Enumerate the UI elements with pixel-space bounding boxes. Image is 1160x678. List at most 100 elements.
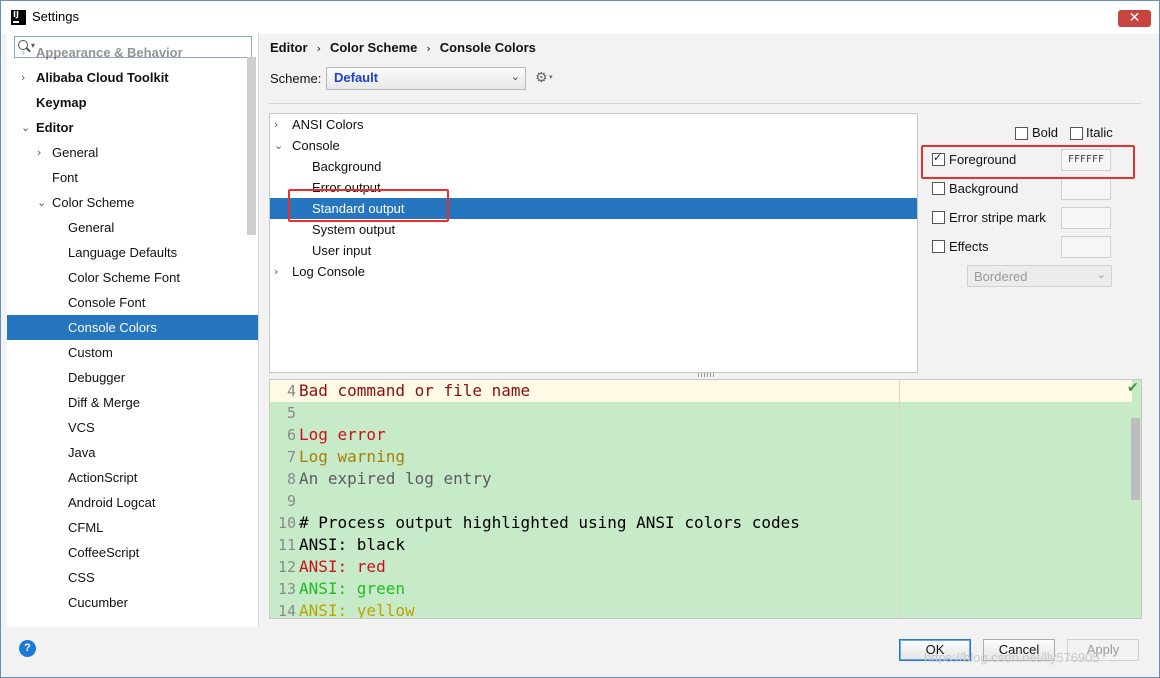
- sidebar-item-general[interactable]: General: [7, 215, 247, 240]
- chevron-right-icon[interactable]: ›: [21, 65, 31, 90]
- console-tree-item-user-input[interactable]: User input: [270, 240, 917, 261]
- chevron-down-icon: ⌄: [510, 70, 520, 83]
- background-checkbox[interactable]: [932, 182, 945, 195]
- background-color-field[interactable]: [1061, 178, 1111, 200]
- console-tree-item-log-console[interactable]: › Log Console: [270, 261, 917, 282]
- italic-checkbox[interactable]: [1070, 127, 1083, 140]
- sidebar-item-label: General: [68, 220, 115, 235]
- highlight-box-foreground: [921, 145, 1135, 179]
- gear-menu-caret-icon[interactable]: ▾: [549, 73, 553, 81]
- sidebar-item-label: CFML: [68, 520, 104, 535]
- sidebar-item-color-scheme[interactable]: ⌄ Color Scheme: [7, 190, 247, 215]
- bold-checkbox[interactable]: [1015, 127, 1028, 140]
- effects-checkbox[interactable]: [932, 240, 945, 253]
- console-tree-item-system-output[interactable]: System output: [270, 219, 917, 240]
- error-stripe-checkbox[interactable]: [932, 211, 945, 224]
- sidebar-item-java[interactable]: Java: [7, 440, 247, 465]
- effect-type-dropdown[interactable]: Bordered ⌄: [967, 265, 1112, 287]
- breadcrumb-color-scheme[interactable]: Color Scheme: [330, 40, 417, 55]
- close-window-button[interactable]: ✕: [1118, 10, 1151, 27]
- sidebar-item-label: Keymap: [36, 95, 87, 110]
- sidebar-item-label: Color Scheme Font: [68, 270, 180, 285]
- chevron-down-icon: ⌄: [1096, 268, 1106, 281]
- title-bar: IJ Settings ✕: [1, 1, 1159, 34]
- line-number: 10: [277, 514, 296, 532]
- sidebar-item-vcs[interactable]: VCS: [7, 415, 247, 440]
- chevron-down-icon[interactable]: ⌄: [274, 135, 283, 156]
- italic-label: Italic: [1086, 125, 1113, 140]
- line-number: 8: [286, 470, 296, 488]
- preview-code-line: ANSI: black: [299, 535, 405, 554]
- sidebar-item-diff-merge[interactable]: Diff & Merge: [7, 390, 247, 415]
- preview-code-line: Log error: [299, 425, 386, 444]
- console-tree-item-ansi-colors[interactable]: › ANSI Colors: [270, 114, 917, 135]
- sidebar-item-android-logcat[interactable]: Android Logcat: [7, 490, 247, 515]
- sidebar-item-color-scheme-font[interactable]: Color Scheme Font: [7, 265, 247, 290]
- sidebar-item-label: CSS: [68, 570, 95, 585]
- sidebar-item-label: Java: [68, 445, 96, 460]
- breadcrumb-editor[interactable]: Editor: [270, 40, 308, 55]
- sidebar-item-actionscript[interactable]: ActionScript: [7, 465, 247, 490]
- effects-color-field[interactable]: [1061, 236, 1111, 258]
- scheme-dropdown[interactable]: Default ⌄: [326, 67, 526, 90]
- sidebar-item-general[interactable]: › General: [7, 140, 247, 165]
- splitter-handle[interactable]: [698, 373, 714, 377]
- sidebar-item-label: Color Scheme: [52, 195, 135, 210]
- divider: [268, 103, 1141, 104]
- sidebar-item-font[interactable]: Font: [7, 165, 247, 190]
- preview-scrollbar[interactable]: [1131, 418, 1140, 500]
- intellij-app-icon: IJ: [11, 10, 26, 25]
- sidebar-item-coffeescript[interactable]: CoffeeScript: [7, 540, 247, 565]
- sidebar-item-label: Font: [52, 170, 79, 185]
- breadcrumb-separator-icon: ›: [426, 42, 431, 55]
- sidebar-item-label: ActionScript: [68, 470, 138, 485]
- help-icon[interactable]: ?: [19, 640, 36, 657]
- sidebar-item-console-colors[interactable]: Console Colors: [7, 315, 258, 340]
- sidebar-item-label: Android Logcat: [68, 495, 156, 510]
- sidebar-item-language-defaults[interactable]: Language Defaults: [7, 240, 247, 265]
- effect-type-value: Bordered: [974, 269, 1028, 284]
- inspection-ok-icon: ✔: [1127, 380, 1139, 396]
- console-tree-item-label: Background: [312, 159, 382, 174]
- preview-code-line: Log warning: [299, 447, 405, 466]
- gear-icon[interactable]: ⚙: [535, 70, 548, 86]
- console-tree-item-background[interactable]: Background: [270, 156, 917, 177]
- preview-code-line: Bad command or file name: [299, 381, 531, 400]
- console-tree-item-label: System output: [312, 222, 396, 237]
- sidebar-item-label: CoffeeScript: [68, 545, 140, 560]
- console-tree-item-label: User input: [312, 243, 372, 258]
- highlight-box-standard-output: [288, 189, 449, 222]
- sidebar-item-cucumber[interactable]: Cucumber: [7, 590, 247, 615]
- breadcrumb-console-colors: Console Colors: [439, 40, 536, 55]
- chevron-right-icon[interactable]: ›: [21, 40, 31, 65]
- line-number: 14: [277, 602, 296, 619]
- preview-code-line: An expired log entry: [299, 469, 492, 488]
- sidebar-item-cfml[interactable]: CFML: [7, 515, 247, 540]
- scheme-value: Default: [334, 70, 379, 85]
- sidebar-item-custom[interactable]: Custom: [7, 340, 247, 365]
- console-tree-item-label: Log Console: [292, 264, 365, 279]
- sidebar-item-label: Console Colors: [68, 320, 157, 335]
- console-tree-item-console[interactable]: ⌄ Console: [270, 135, 917, 156]
- sidebar-item-css[interactable]: CSS: [7, 565, 247, 590]
- sidebar-item-editor[interactable]: ⌄ Editor: [7, 115, 247, 140]
- preview-editor[interactable]: ✔ 4 Bad command or file name 5 6 Log error 7 L…: [269, 379, 1142, 619]
- error-stripe-color-field[interactable]: [1061, 207, 1111, 229]
- settings-sidebar: ▾ › Appearance & Behavior › Alibaba Cloud T…: [7, 33, 259, 627]
- chevron-right-icon[interactable]: ›: [37, 140, 47, 165]
- error-stripe-label: Error stripe mark: [949, 210, 1046, 225]
- sidebar-item-label: Alibaba Cloud Toolkit: [36, 70, 169, 85]
- watermark-text: https://blog.csdn.net/lly576905: [924, 650, 1100, 665]
- sidebar-item-alibaba-cloud-toolkit[interactable]: › Alibaba Cloud Toolkit: [7, 65, 247, 90]
- sidebar-item-console-font[interactable]: Console Font: [7, 290, 247, 315]
- sidebar-item-keymap[interactable]: Keymap: [7, 90, 247, 115]
- sidebar-item-debugger[interactable]: Debugger: [7, 365, 247, 390]
- chevron-down-icon[interactable]: ⌄: [21, 115, 31, 140]
- line-number: 7: [286, 448, 296, 466]
- line-number: 11: [277, 536, 296, 554]
- chevron-right-icon[interactable]: ›: [274, 261, 278, 282]
- chevron-down-icon[interactable]: ⌄: [37, 190, 47, 215]
- sidebar-item-appearance-behavior[interactable]: › Appearance & Behavior: [7, 40, 247, 65]
- chevron-right-icon[interactable]: ›: [274, 114, 278, 135]
- sidebar-scrollbar[interactable]: [247, 57, 256, 235]
